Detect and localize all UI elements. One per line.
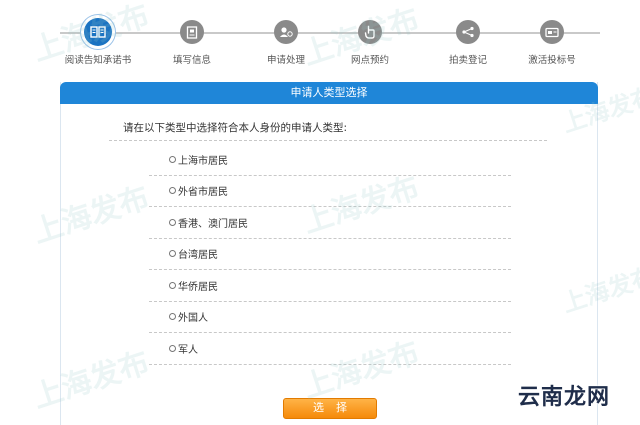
option-foreigner[interactable]: 外国人 (149, 302, 511, 333)
option-label: 上海市居民 (178, 155, 228, 167)
form-icon (180, 20, 204, 44)
option-shanghai-resident[interactable]: 上海市居民 (149, 144, 511, 176)
option-overseas-chinese[interactable]: 华侨居民 (149, 270, 511, 302)
corner-watermark: 云南龙网 (517, 385, 610, 410)
radio-button[interactable] (169, 250, 176, 258)
option-label: 香港、澳门居民 (178, 218, 248, 230)
option-taiwan-resident[interactable]: 台湾居民 (149, 239, 511, 270)
option-military[interactable]: 军人 (149, 333, 511, 365)
book-icon (84, 18, 112, 46)
radio-button[interactable] (169, 155, 176, 163)
user-process-icon (274, 20, 298, 44)
hand-pointer-icon (358, 20, 382, 44)
option-label: 台湾居民 (178, 250, 218, 262)
step-progress-bar: 阅读告知承诺书 填写信息 申请处理 网点预约 拍卖登记 激活投标号 (0, 0, 640, 80)
option-other-province-resident[interactable]: 外省市居民 (149, 176, 511, 207)
radio-button[interactable] (169, 187, 176, 195)
step-label: 阅读告知承诺书 (64, 55, 132, 66)
step-read-commitment[interactable]: 阅读告知承诺书 (48, 18, 148, 66)
option-label: 外国人 (178, 313, 208, 325)
card-icon (540, 20, 564, 44)
step-label: 激活投标号 (528, 55, 576, 66)
radio-button[interactable] (169, 218, 176, 226)
applicant-type-panel: 申请人类型选择 请在以下类型中选择符合本人身份的申请人类型: 上海市居民 外省市… (60, 82, 598, 425)
option-label: 外省市居民 (178, 187, 228, 199)
applicant-type-options: 上海市居民 外省市居民 香港、澳门居民 台湾居民 华侨居民 外国人 军人 (149, 144, 511, 365)
step-activate-bid-number[interactable]: 激活投标号 (502, 20, 602, 66)
step-label: 填写信息 (172, 55, 211, 66)
divider (109, 140, 547, 141)
radio-button[interactable] (169, 313, 176, 321)
selection-prompt: 请在以下类型中选择符合本人身份的申请人类型: (123, 122, 348, 134)
option-hk-macau-resident[interactable]: 香港、澳门居民 (149, 207, 511, 239)
step-branch-appointment[interactable]: 网点预约 (320, 20, 420, 66)
option-label: 军人 (178, 344, 198, 356)
network-icon (456, 20, 480, 44)
panel-title: 申请人类型选择 (60, 82, 598, 104)
radio-button[interactable] (169, 281, 176, 289)
step-fill-info[interactable]: 填写信息 (142, 20, 242, 66)
select-button[interactable]: 选择 (283, 398, 377, 419)
step-label: 网点预约 (350, 55, 389, 66)
option-label: 华侨居民 (178, 281, 218, 293)
radio-button[interactable] (169, 344, 176, 352)
